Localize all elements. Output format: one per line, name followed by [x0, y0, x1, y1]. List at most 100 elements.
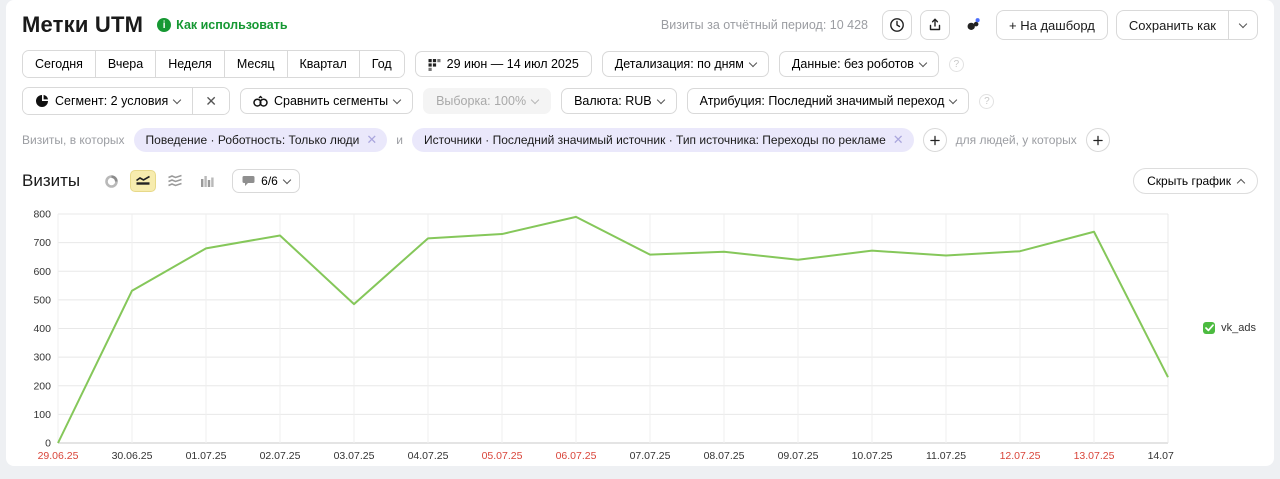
save-as-group: Сохранить как — [1116, 10, 1258, 40]
for-people-label: для людей, у которых — [956, 133, 1077, 147]
header-actions: Визиты за отчётный период: 10 428 — [661, 10, 1258, 40]
currency-dropdown[interactable]: Валюта: RUB — [561, 88, 677, 114]
x-axis-label: 14.07.25 — [1148, 450, 1174, 462]
x-axis-label: 12.07.25 — [1000, 450, 1041, 462]
chevron-down-icon — [283, 175, 291, 183]
header: Метки UTM i Как использовать Визиты за о… — [22, 10, 1258, 40]
segment-toolbar: Сегмент: 2 условия ✕ Сравнить сегменты В… — [22, 87, 1258, 115]
chart-type-columns-button[interactable] — [194, 170, 220, 192]
column-chart-icon — [200, 174, 215, 188]
chevron-down-icon — [949, 95, 957, 103]
segment-dropdown[interactable]: Сегмент: 2 условия — [23, 88, 192, 114]
x-axis-label: 30.06.25 — [112, 450, 153, 462]
hide-chart-button[interactable]: Скрыть график — [1133, 168, 1258, 194]
x-axis-label: 05.07.25 — [482, 450, 523, 462]
close-icon[interactable]: ✕ — [366, 132, 377, 148]
legend-checkbox-icon[interactable] — [1203, 322, 1215, 334]
period-month-button[interactable]: Месяц — [224, 51, 287, 77]
period-week-button[interactable]: Неделя — [155, 51, 224, 77]
add-to-dashboard-button[interactable]: + На дашборд — [996, 10, 1108, 40]
help-icon[interactable]: ? — [979, 94, 994, 109]
x-axis-label: 13.07.25 — [1074, 450, 1115, 462]
segment-clear-button[interactable]: ✕ — [192, 88, 229, 114]
chevron-down-icon — [393, 95, 401, 103]
chart-type-pie-button[interactable] — [98, 170, 124, 192]
detalization-dropdown[interactable]: Детализация: по дням — [602, 51, 769, 77]
y-axis-label: 400 — [33, 323, 51, 335]
series-count-label: 6/6 — [261, 174, 278, 188]
compare-segments-label: Сравнить сегменты — [274, 94, 388, 108]
y-axis-label: 800 — [33, 209, 51, 221]
add-visit-filter-button[interactable] — [923, 128, 947, 152]
how-to-use-label: Как использовать — [176, 18, 287, 32]
chart-type-stacked-button[interactable] — [162, 170, 188, 192]
period-yesterday-button[interactable]: Вчера — [95, 51, 155, 77]
add-people-filter-button[interactable] — [1086, 128, 1110, 152]
and-label: и — [396, 133, 403, 147]
x-axis-label: 08.07.25 — [704, 450, 745, 462]
comment-icon — [242, 175, 255, 187]
close-icon[interactable]: ✕ — [893, 132, 904, 148]
add-to-dashboard-label: + На дашборд — [1009, 18, 1095, 33]
series-line-vk_ads — [58, 217, 1168, 443]
sampling-dropdown: Выборка: 100% — [423, 88, 551, 114]
chevron-down-icon — [749, 58, 757, 66]
sampling-label: Выборка: 100% — [436, 94, 526, 108]
visits-in-which-label: Визиты, в которых — [22, 133, 125, 147]
plus-icon — [930, 135, 940, 146]
x-axis-label: 09.07.25 — [778, 450, 819, 462]
hide-chart-label: Скрыть график — [1147, 174, 1231, 188]
save-as-menu-button[interactable] — [1229, 10, 1258, 40]
chart-header: Визиты — [22, 168, 1258, 194]
period-total-label: Визиты за отчётный период: — [661, 18, 826, 32]
history-button[interactable] — [882, 10, 912, 40]
filter-chip-source[interactable]: Источники · Последний значимый источник … — [412, 128, 914, 152]
attribution-label: Атрибуция: Последний значимый переход — [700, 94, 945, 108]
y-axis-label: 500 — [33, 294, 51, 306]
period-quarter-button[interactable]: Квартал — [287, 51, 359, 77]
compare-segments-dropdown[interactable]: Сравнить сегменты — [240, 88, 413, 114]
info-icon: i — [157, 18, 171, 32]
segment-label: Сегмент: 2 условия — [55, 94, 168, 108]
chevron-down-icon — [656, 95, 664, 103]
attribution-dropdown[interactable]: Атрибуция: Последний значимый переход — [687, 88, 970, 114]
x-axis-label: 01.07.25 — [186, 450, 227, 462]
compare-segments-icon — [253, 95, 268, 108]
x-axis-label: 11.07.25 — [926, 450, 966, 462]
period-total-value: 10 428 — [830, 18, 868, 32]
chevron-down-icon — [531, 95, 539, 103]
line-chart-icon — [135, 174, 151, 188]
currency-label: Валюта: RUB — [574, 94, 652, 108]
data-mode-label: Данные: без роботов — [792, 57, 914, 71]
chevron-down-icon — [919, 58, 927, 66]
chart-type-line-button[interactable] — [130, 170, 156, 192]
y-axis-label: 100 — [33, 409, 51, 421]
x-axis-label: 03.07.25 — [334, 450, 375, 462]
how-to-use-link[interactable]: i Как использовать — [157, 18, 287, 32]
y-axis-label: 600 — [33, 266, 51, 278]
chevron-down-icon — [1239, 19, 1247, 27]
filter-chip-robots[interactable]: Поведение · Роботность: Только люди ✕ — [134, 128, 388, 152]
filter-chip-source-label: Источники · Последний значимый источник … — [424, 133, 886, 147]
bubbles-icon — [965, 16, 981, 34]
export-icon — [927, 17, 943, 33]
legend-series-name: vk_ads — [1221, 322, 1256, 334]
period-year-button[interactable]: Год — [359, 51, 404, 77]
experiments-button[interactable] — [958, 10, 988, 40]
help-icon[interactable]: ? — [949, 57, 964, 72]
y-axis-label: 300 — [33, 352, 51, 364]
data-mode-dropdown[interactable]: Данные: без роботов — [779, 51, 939, 77]
y-axis-label: 700 — [33, 237, 51, 249]
date-range-label: 29 июн — 14 июл 2025 — [447, 57, 579, 71]
chevron-up-icon — [1237, 178, 1245, 186]
calendar-grid-icon — [428, 58, 441, 71]
export-button[interactable] — [920, 10, 950, 40]
filters-row: Визиты, в которых Поведение · Роботность… — [22, 128, 1258, 152]
period-today-button[interactable]: Сегодня — [23, 51, 95, 77]
save-as-button[interactable]: Сохранить как — [1116, 10, 1229, 40]
legend-item-vk-ads[interactable]: vk_ads — [1203, 322, 1256, 334]
period-toolbar: Сегодня Вчера Неделя Месяц Квартал Год 2… — [22, 50, 1258, 78]
plus-icon — [1093, 135, 1103, 146]
date-range-button[interactable]: 29 июн — 14 июл 2025 — [415, 51, 592, 77]
series-count-dropdown[interactable]: 6/6 — [232, 169, 300, 193]
